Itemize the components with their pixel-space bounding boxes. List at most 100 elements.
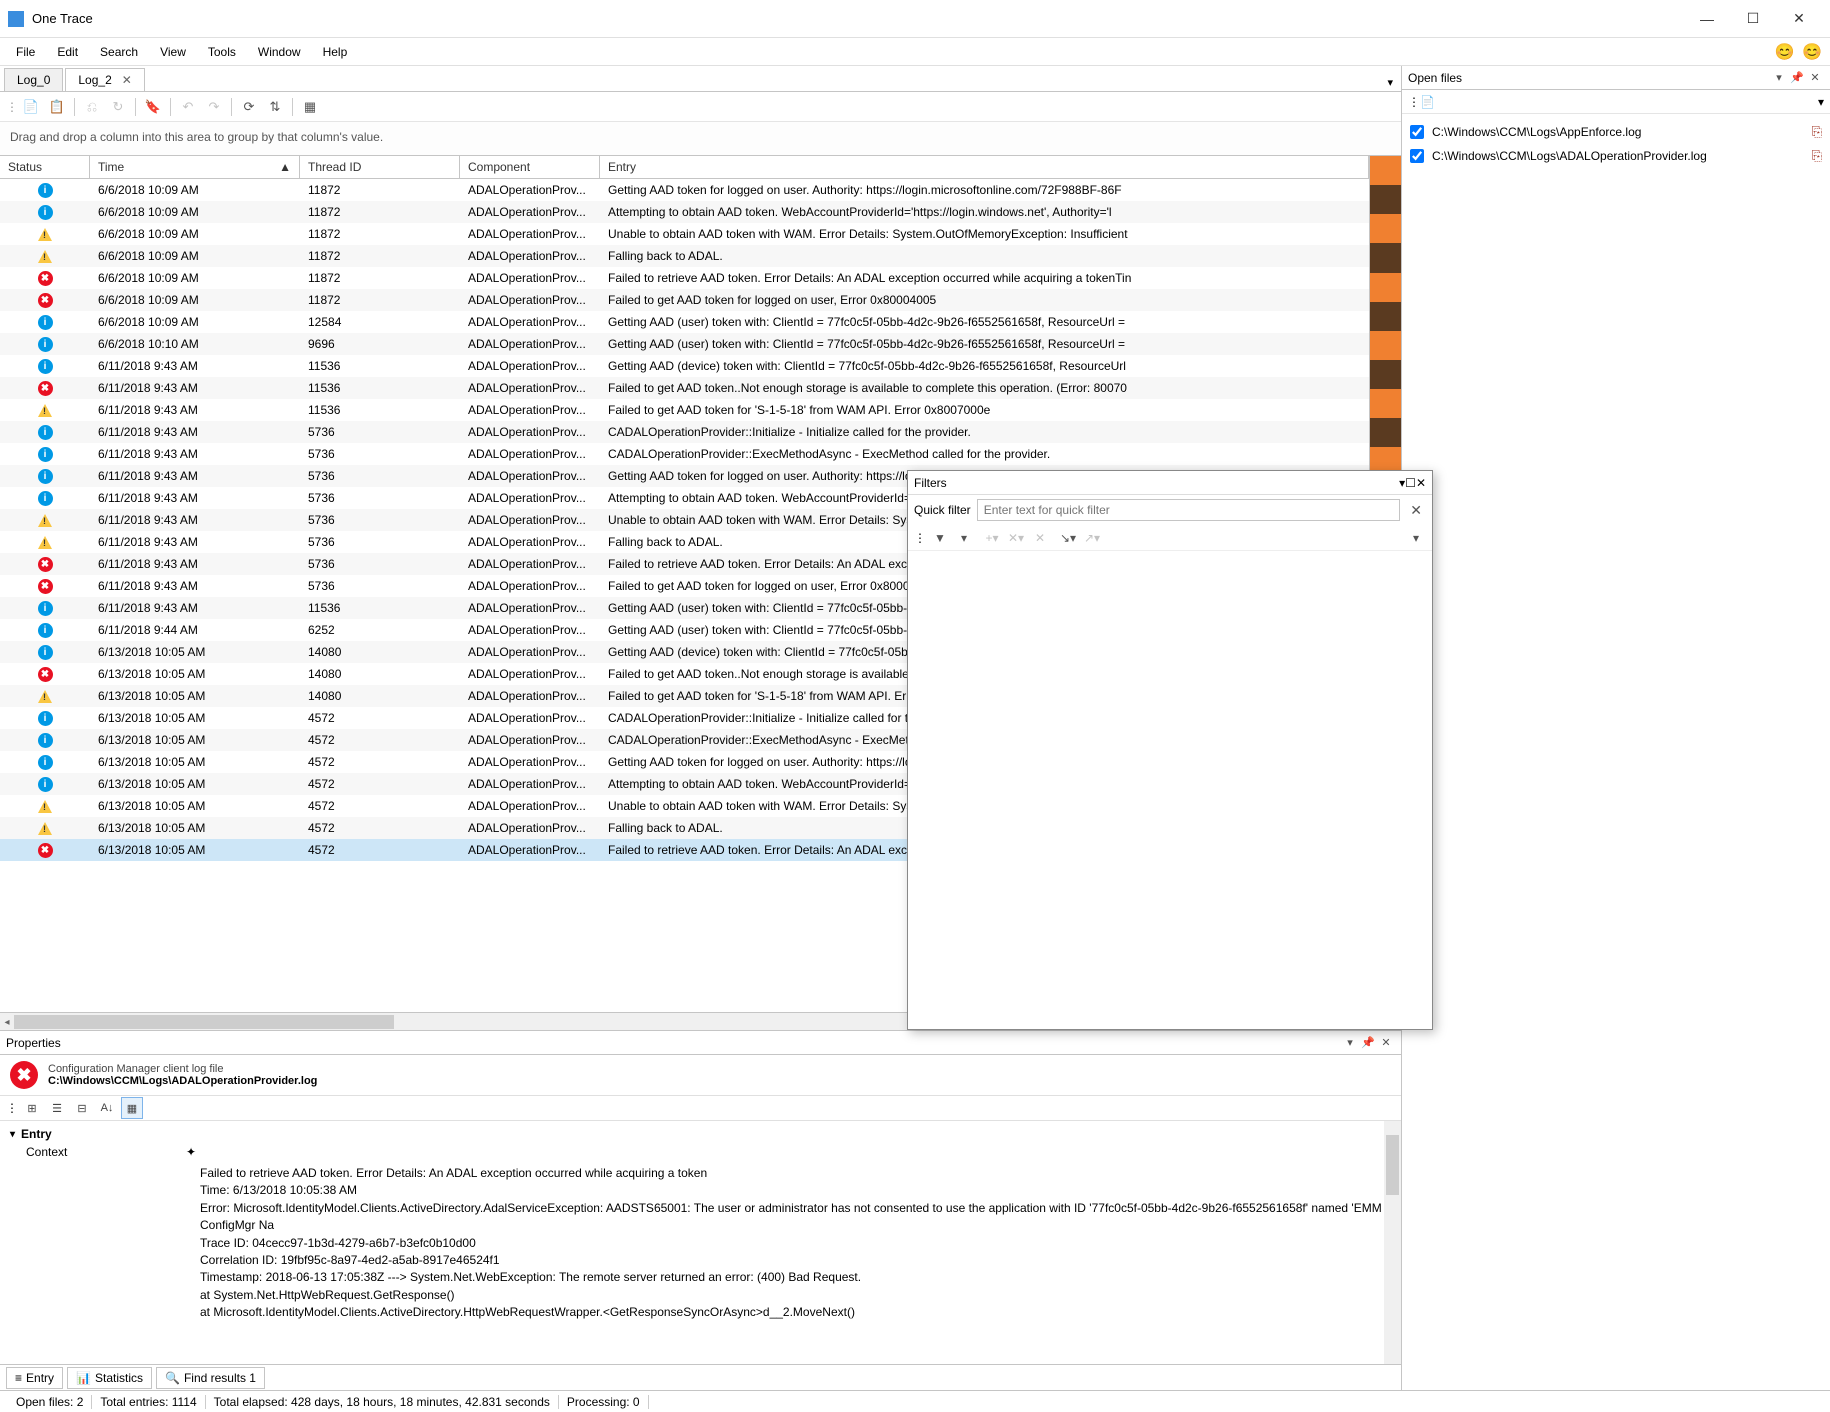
prop-view1-button[interactable]: ⊞	[21, 1097, 43, 1119]
cell-component: ADALOperationProv...	[460, 291, 600, 309]
close-button[interactable]: ✕	[1776, 4, 1822, 34]
table-row[interactable]: ✖6/6/2018 10:09 AM11872ADALOperationProv…	[0, 289, 1369, 311]
cell-time: 6/13/2018 10:05 AM	[90, 841, 300, 859]
bottom-tab-entry[interactable]: ≡Entry	[6, 1367, 63, 1389]
close-icon[interactable]: ✕	[122, 73, 132, 87]
table-row[interactable]: i6/6/2018 10:09 AM11872ADALOperationProv…	[0, 179, 1369, 201]
column-status[interactable]: Status	[0, 156, 90, 178]
table-row[interactable]: i6/6/2018 10:09 AM11872ADALOperationProv…	[0, 201, 1369, 223]
autoscroll-button[interactable]: ⇅	[264, 96, 286, 118]
info-icon: i	[38, 359, 53, 374]
properties-panel: Properties ▾ 📌 ✕ ✖ Configuration Manager…	[0, 1030, 1401, 1390]
quick-filter-input[interactable]	[977, 499, 1401, 521]
import-filter-button[interactable]: ↘▾	[1058, 528, 1078, 548]
minimize-button[interactable]: —	[1684, 4, 1730, 34]
menu-tools[interactable]: Tools	[198, 41, 246, 63]
table-row[interactable]: ✖6/6/2018 10:09 AM11872ADALOperationProv…	[0, 267, 1369, 289]
column-time[interactable]: Time▲	[90, 156, 300, 178]
column-component[interactable]: Component	[460, 156, 600, 178]
paste-button[interactable]: 📋	[46, 96, 68, 118]
tab-log0[interactable]: Log_0	[4, 68, 63, 91]
menu-window[interactable]: Window	[248, 41, 311, 63]
panel-pin-button[interactable]: 📌	[1359, 1034, 1377, 1052]
panel-dropdown-button[interactable]: ▾	[1341, 1034, 1359, 1052]
file-checkbox[interactable]	[1410, 149, 1424, 163]
column-thread[interactable]: Thread ID	[300, 156, 460, 178]
filters-titlebar[interactable]: Filters ▾ ☐ ✕	[908, 471, 1432, 495]
filter-button[interactable]: ▼	[930, 528, 950, 548]
overflow-button[interactable]: ▾	[1406, 528, 1426, 548]
table-row[interactable]: i6/11/2018 9:43 AM5736ADALOperationProv.…	[0, 421, 1369, 443]
cell-component: ADALOperationProv...	[460, 599, 600, 617]
prop-view3-button[interactable]: ⊟	[71, 1097, 93, 1119]
refresh-button[interactable]: ⟳	[238, 96, 260, 118]
cell-component: ADALOperationProv...	[460, 797, 600, 815]
collapse-icon[interactable]: ▾	[10, 1129, 15, 1140]
filters-window[interactable]: Filters ▾ ☐ ✕ Quick filter ✕ ⋮ ▼ ▾ +▾ ✕▾…	[907, 470, 1433, 1030]
bookmark-button[interactable]: 🔖	[142, 96, 164, 118]
cell-component: ADALOperationProv...	[460, 269, 600, 287]
overflow-button[interactable]: ▾	[1818, 95, 1824, 109]
prop-sort-button[interactable]: A↓	[96, 1097, 118, 1119]
columns-button[interactable]: ▦	[299, 96, 321, 118]
copy-list-button[interactable]: 📄	[1420, 95, 1435, 109]
menu-edit[interactable]: Edit	[47, 41, 88, 63]
file-path: C:\Windows\CCM\Logs\ADALOperationProvide…	[48, 1075, 317, 1087]
emoji-icon[interactable]: 😊	[1773, 44, 1797, 61]
prop-view5-button[interactable]: ▦	[121, 1097, 143, 1119]
group-drop-area[interactable]: Drag and drop a column into this area to…	[0, 122, 1401, 156]
column-entry[interactable]: Entry	[600, 156, 1369, 178]
cell-time: 6/11/2018 9:43 AM	[90, 599, 300, 617]
panel-close-button[interactable]: ✕	[1377, 1034, 1395, 1052]
file-action-icon[interactable]: ⎘	[1812, 148, 1822, 164]
cell-component: ADALOperationProv...	[460, 511, 600, 529]
bottom-tab-statistics[interactable]: 📊Statistics	[67, 1367, 152, 1389]
bottom-tab-find[interactable]: 🔍Find results 1	[156, 1367, 265, 1389]
menu-view[interactable]: View	[150, 41, 196, 63]
file-action-icon[interactable]: ⎘	[1812, 124, 1822, 140]
table-row[interactable]: 6/11/2018 9:43 AM11536ADALOperationProv.…	[0, 399, 1369, 421]
scroll-thumb[interactable]	[14, 1015, 394, 1029]
maximize-button[interactable]: ☐	[1730, 4, 1776, 34]
cell-time: 6/11/2018 9:43 AM	[90, 401, 300, 419]
tab-overflow-button[interactable]: ▾	[1383, 74, 1397, 91]
table-row[interactable]: i6/11/2018 9:43 AM5736ADALOperationProv.…	[0, 443, 1369, 465]
info-icon: i	[38, 601, 53, 616]
panel-close-button[interactable]: ✕	[1416, 476, 1426, 490]
info-icon: i	[38, 425, 53, 440]
file-row[interactable]: C:\Windows\CCM\Logs\ADALOperationProvide…	[1408, 144, 1824, 168]
menu-search[interactable]: Search	[90, 41, 148, 63]
cell-time: 6/13/2018 10:05 AM	[90, 643, 300, 661]
cell-time: 6/6/2018 10:09 AM	[90, 269, 300, 287]
table-row[interactable]: i6/6/2018 10:09 AM12584ADALOperationProv…	[0, 311, 1369, 333]
panel-close-button[interactable]: ✕	[1806, 69, 1824, 87]
vertical-scrollbar[interactable]	[1384, 1121, 1401, 1364]
panel-dropdown-button[interactable]: ▾	[1770, 69, 1788, 87]
pin-icon[interactable]: ✦	[186, 1145, 196, 1159]
file-row[interactable]: C:\Windows\CCM\Logs\AppEnforce.log⎘	[1408, 120, 1824, 144]
tab-log2[interactable]: Log_2✕	[65, 68, 144, 91]
filter-dropdown-button[interactable]: ▾	[954, 528, 974, 548]
file-path: C:\Windows\CCM\Logs\ADALOperationProvide…	[1432, 149, 1804, 163]
file-checkbox[interactable]	[1410, 125, 1424, 139]
table-row[interactable]: 6/6/2018 10:09 AM11872ADALOperationProv.…	[0, 223, 1369, 245]
menu-help[interactable]: Help	[313, 41, 358, 63]
panel-maximize-button[interactable]: ☐	[1405, 476, 1416, 490]
redo-button: ↻	[107, 96, 129, 118]
emoji-icon[interactable]: 😊	[1800, 44, 1824, 61]
list-icon: ≡	[15, 1371, 22, 1385]
scroll-thumb[interactable]	[1386, 1135, 1399, 1195]
table-row[interactable]: 6/6/2018 10:09 AM11872ADALOperationProv.…	[0, 245, 1369, 267]
copy-button[interactable]: 📄	[20, 96, 42, 118]
table-row[interactable]: i6/6/2018 10:10 AM9696ADALOperationProv.…	[0, 333, 1369, 355]
scroll-left-button[interactable]: ◂	[0, 1013, 14, 1030]
prop-view2-button[interactable]: ☰	[46, 1097, 68, 1119]
menu-file[interactable]: File	[6, 41, 45, 63]
table-row[interactable]: ✖6/11/2018 9:43 AM11536ADALOperationProv…	[0, 377, 1369, 399]
log-line: Failed to retrieve AAD token. Error Deta…	[200, 1165, 1401, 1182]
clear-filter-button[interactable]: ✕	[1406, 502, 1426, 519]
error-icon: ✖	[38, 293, 53, 308]
cell-time: 6/6/2018 10:09 AM	[90, 247, 300, 265]
table-row[interactable]: i6/11/2018 9:43 AM11536ADALOperationProv…	[0, 355, 1369, 377]
panel-pin-button[interactable]: 📌	[1788, 69, 1806, 87]
